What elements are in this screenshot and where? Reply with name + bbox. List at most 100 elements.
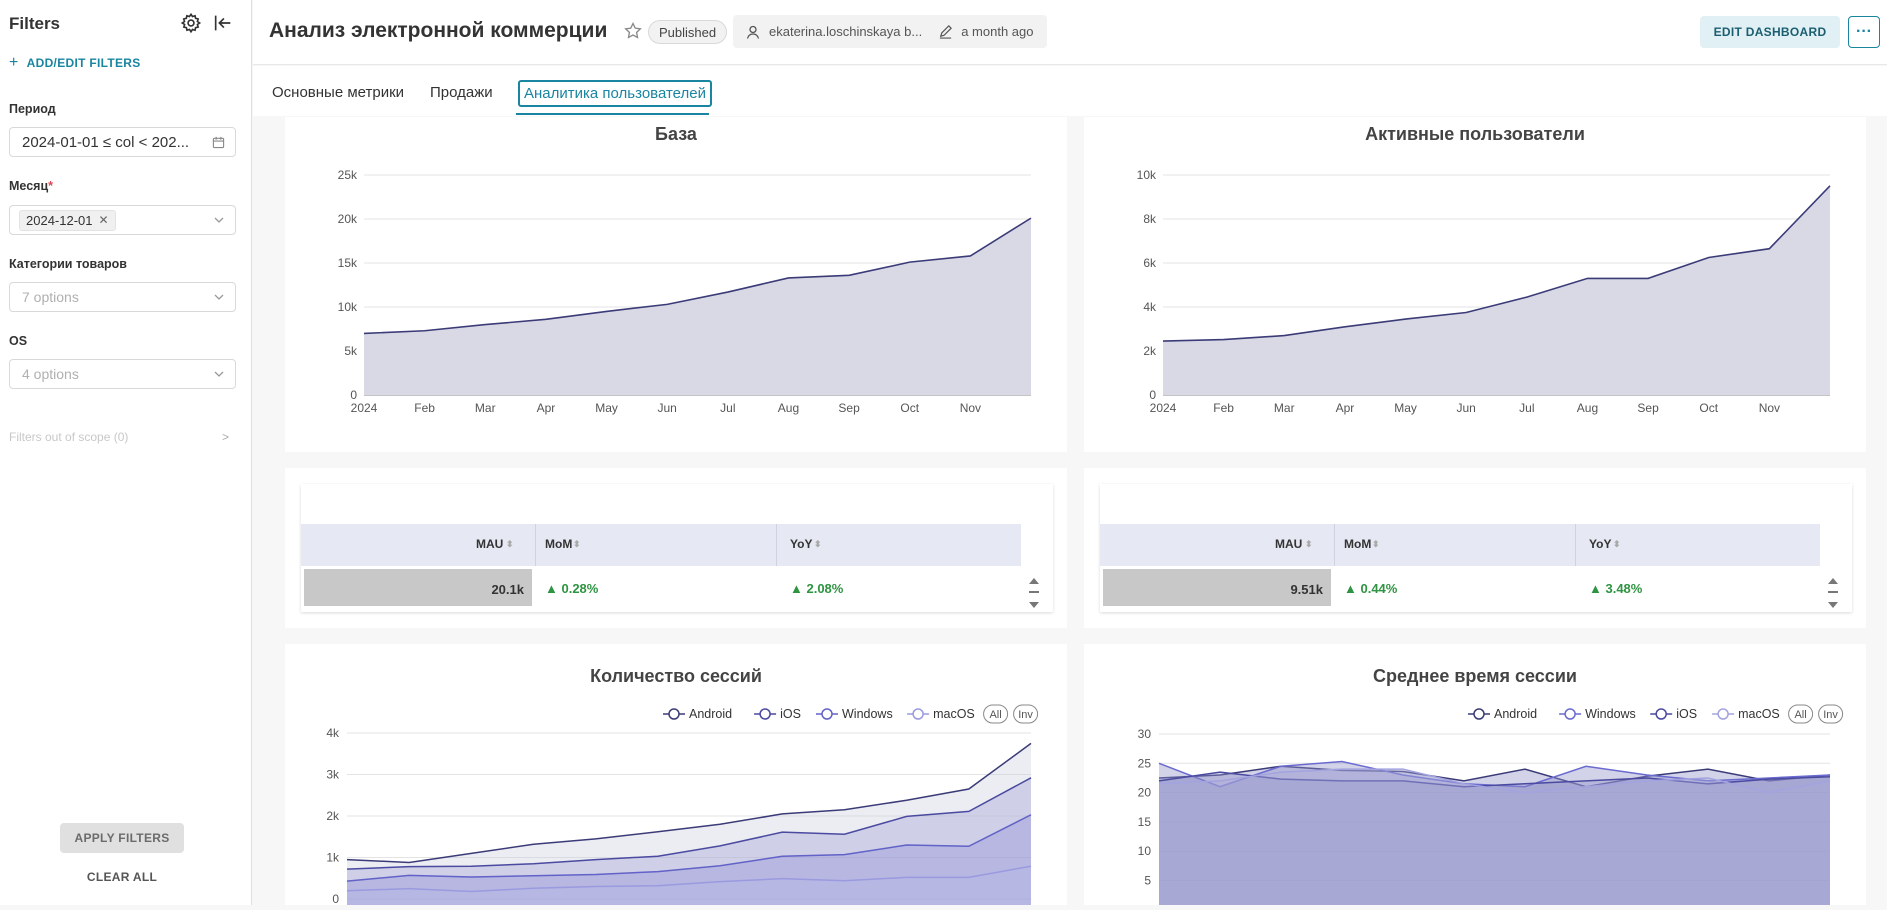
y-tick-label: 5: [1144, 874, 1151, 888]
sort-icon[interactable]: ⬍: [1305, 539, 1313, 550]
add-edit-filters-link[interactable]: + ADD/EDIT FILTERS: [9, 54, 141, 72]
col-header-mom[interactable]: MoM: [545, 537, 572, 551]
y-tick-label: 3k: [326, 768, 340, 782]
mom-value: ▲ 0.44%: [1344, 581, 1398, 596]
chevron-right-icon[interactable]: >: [222, 430, 229, 444]
chevron-down-icon: [214, 217, 224, 223]
sort-icon[interactable]: ⬍: [814, 539, 822, 550]
legend-toggle-label: Inv: [1823, 709, 1838, 721]
edit-icon: [940, 25, 953, 39]
y-tick-label: 2k: [326, 809, 340, 823]
legend-label: macOS: [933, 707, 975, 721]
legend-label: macOS: [1738, 707, 1780, 721]
apply-filters-button[interactable]: APPLY FILTERS: [60, 823, 184, 853]
table-header: MAU ⬍ MoM ⬍ YoY ⬍: [301, 524, 1021, 566]
active-users-area-chart: 0 2k 4k 6k 8k 10k 2024 Feb Mar Apr May Jun Jul Aug Sep…: [1137, 168, 1831, 415]
user-icon: [746, 25, 760, 39]
y-tick-label: 20k: [338, 212, 358, 226]
x-tick-label: Feb: [414, 401, 435, 415]
sort-icon[interactable]: ⬍: [1613, 539, 1621, 550]
chart-card-base: База 0 5k 10k 15k 20k 25k 2024 Feb Mar Apr May Jun J…: [285, 117, 1067, 452]
legend-marker: [1655, 708, 1667, 720]
calendar-icon: [212, 136, 225, 149]
mau-cell: 20.1k: [304, 569, 532, 606]
column-divider: [1334, 524, 1335, 566]
column-divider: [776, 524, 777, 566]
legend-marker: [668, 708, 680, 720]
x-tick-label: Feb: [1213, 401, 1234, 415]
clear-all-button[interactable]: CLEAR ALL: [60, 870, 184, 884]
dashboard-header: Анализ электронной коммерции Published e…: [253, 0, 1887, 65]
y-tick-label: 6k: [1143, 256, 1157, 270]
y-tick-label: 0: [1149, 388, 1156, 402]
yoy-value: ▲ 2.08%: [790, 581, 844, 596]
x-tick-label: Nov: [1759, 401, 1780, 415]
x-tick-label: Jun: [658, 401, 677, 415]
x-tick-label: Sep: [838, 401, 860, 415]
legend-toggle-label: All: [989, 709, 1001, 721]
y-tick-label: 10k: [338, 300, 358, 314]
column-divider: [1575, 524, 1576, 566]
month-filter-select[interactable]: 2024-12-01 ✕: [9, 205, 236, 235]
x-tick-label: Mar: [1274, 401, 1295, 415]
categories-filter-select[interactable]: 7 options: [9, 282, 236, 312]
y-tick-label: 15: [1138, 815, 1152, 829]
x-tick-label: Jul: [1519, 401, 1534, 415]
y-tick-label: 10: [1138, 844, 1152, 858]
col-header-mom[interactable]: MoM: [1344, 537, 1371, 551]
scroll-arrows-icon[interactable]: [1827, 576, 1839, 610]
month-tag: 2024-12-01 ✕: [19, 209, 116, 231]
mom-value: ▲ 0.28%: [545, 581, 599, 596]
col-header-mau[interactable]: MAU: [476, 537, 503, 551]
chevron-down-icon: [214, 294, 224, 300]
filters-out-of-scope[interactable]: Filters out of scope (0): [9, 430, 128, 444]
collapse-sidebar-icon[interactable]: [212, 12, 234, 34]
x-tick-label: Oct: [900, 401, 919, 415]
modified-time: a month ago: [961, 24, 1034, 39]
filters-sidebar: Filters + ADD/EDIT FILTERS Период 2024-01…: [0, 0, 252, 905]
table-card-2: MAU ⬍ MoM ⬍ YoY ⬍ 9.51k ▲ 0.44% ▲ 3.48%: [1084, 468, 1866, 628]
x-tick-label: Aug: [778, 401, 799, 415]
legend-label: Android: [1494, 707, 1537, 721]
remove-tag-icon[interactable]: ✕: [99, 213, 109, 227]
tab-main-metrics[interactable]: Основные метрики: [267, 80, 409, 105]
period-value: 2024-01-01 ≤ col < 202...: [22, 133, 190, 151]
filter-label-os: OS: [9, 334, 28, 348]
gear-icon[interactable]: [180, 12, 202, 34]
more-options-button[interactable]: ···: [1848, 16, 1880, 48]
period-filter-input[interactable]: 2024-01-01 ≤ col < 202...: [9, 127, 236, 157]
edit-dashboard-button[interactable]: EDIT DASHBOARD: [1700, 16, 1840, 48]
os-filter-select[interactable]: 4 options: [9, 359, 236, 389]
sort-icon[interactable]: ⬍: [506, 539, 514, 550]
y-tick-label: 4k: [1143, 300, 1157, 314]
y-tick-label: 1k: [326, 851, 340, 865]
y-tick-label: 2k: [1143, 344, 1157, 358]
legend-marker: [821, 708, 833, 720]
legend-label: Windows: [842, 707, 893, 721]
y-tick-label: 5k: [344, 344, 358, 358]
legend-marker: [1717, 708, 1729, 720]
scroll-arrows-icon[interactable]: [1028, 576, 1040, 610]
chart-card-sessions: Количество сессий 0 1k 2k 3k 4k Android iOS Win…: [285, 644, 1067, 910]
col-header-yoy[interactable]: YoY: [1589, 537, 1611, 551]
tab-sales[interactable]: Продажи: [425, 80, 498, 105]
star-icon[interactable]: [623, 21, 643, 41]
y-tick-label: 25: [1138, 756, 1152, 770]
month-tag-label: 2024-12-01: [26, 212, 93, 228]
base-area-chart: 0 5k 10k 15k 20k 25k 2024 Feb Mar Apr May Jun Jul Aug…: [338, 168, 1032, 415]
sort-icon[interactable]: ⬍: [1372, 539, 1380, 550]
y-tick-label: 15k: [338, 256, 358, 270]
table-row: 20.1k ▲ 0.28% ▲ 2.08%: [301, 566, 1021, 610]
legend-toggle-label: Inv: [1018, 709, 1033, 721]
y-tick-label: 8k: [1143, 212, 1157, 226]
tab-user-analytics[interactable]: Аналитика пользователей: [518, 80, 712, 107]
col-header-yoy[interactable]: YoY: [790, 537, 812, 551]
legend-marker: [759, 708, 771, 720]
col-header-mau[interactable]: MAU: [1275, 537, 1302, 551]
x-tick-label: Aug: [1577, 401, 1598, 415]
sort-icon[interactable]: ⬍: [573, 539, 581, 550]
mau-table: MAU ⬍ MoM ⬍ YoY ⬍ 20.1k ▲ 0.28% ▲ 2.08%: [301, 484, 1053, 612]
owner-name: ekaterina.loschinskaya b...: [769, 24, 923, 39]
legend-toggle-label: All: [1794, 709, 1806, 721]
x-tick-label: Sep: [1637, 401, 1659, 415]
